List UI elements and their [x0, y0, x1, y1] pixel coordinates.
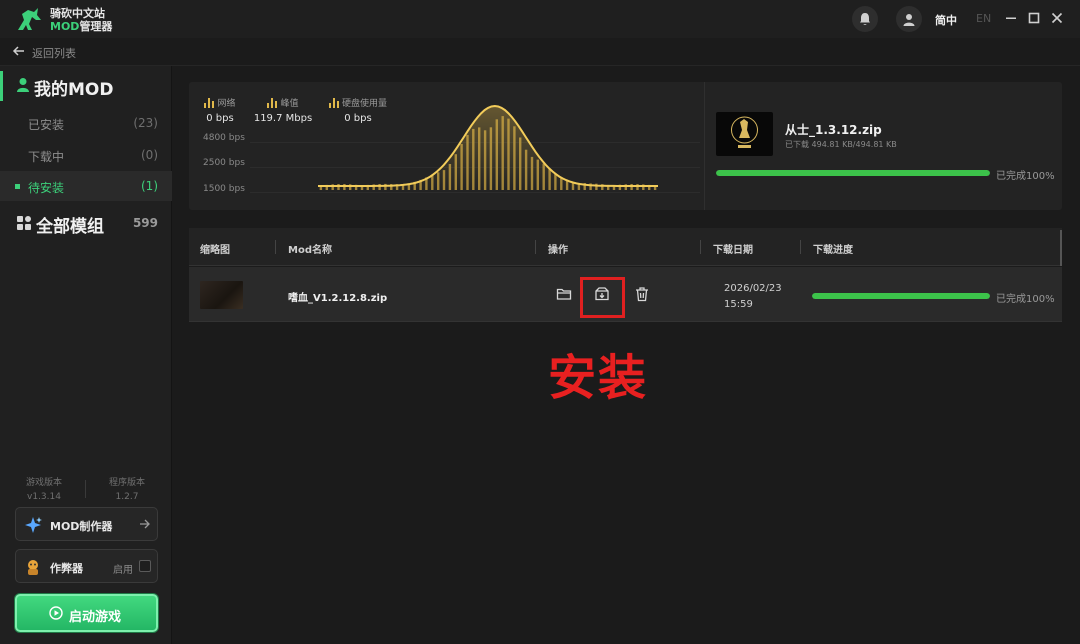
- arrow-left-icon[interactable]: [12, 44, 26, 58]
- back-bar: [0, 38, 1080, 66]
- lang-zh-button[interactable]: 简中: [935, 12, 957, 28]
- sidebar-item-downloading[interactable]: 下载中 (0): [0, 140, 172, 170]
- download-thumbnail: [716, 112, 773, 156]
- active-dot: [15, 184, 20, 189]
- game-version: 游戏版本 v1.3.14: [25, 478, 62, 502]
- back-to-list-link[interactable]: 返回列表: [32, 45, 76, 61]
- annotation-label: 安装: [548, 350, 649, 406]
- launch-game-button[interactable]: 启动游戏: [15, 594, 158, 632]
- column-header-name: Mod名称: [288, 245, 332, 256]
- all-mods-label: 全部模组: [36, 217, 104, 237]
- bar-chart-icon: [267, 97, 278, 108]
- sidebar-item-count: (0): [141, 148, 158, 162]
- row-status: 已完成100%: [996, 294, 1055, 305]
- cheat-enable-checkbox[interactable]: [139, 560, 151, 572]
- bell-icon: [860, 13, 870, 25]
- play-circle-icon: [49, 606, 63, 620]
- y-tick-label: 1500 bps: [203, 184, 245, 194]
- column-separator: [275, 240, 276, 254]
- download-date: 2026/02/23 15:59: [724, 283, 782, 310]
- cheat-enable-label: 启用: [113, 565, 133, 576]
- mod-maker-button[interactable]: MOD制作器: [15, 507, 158, 541]
- cheat-panel: 作弊器 启用: [15, 549, 158, 583]
- column-header-progress: 下载进度: [813, 245, 853, 256]
- user-avatar-button[interactable]: [896, 6, 922, 32]
- column-header-thumbnail: 缩略图: [200, 245, 230, 256]
- table-scrollbar[interactable]: [1060, 230, 1062, 266]
- table-header: 缩略图 Mod名称 操作 下载日期 下载进度: [189, 228, 1062, 266]
- sidebar-item-count: (1): [141, 179, 158, 193]
- maximize-icon[interactable]: [1027, 11, 1041, 25]
- title-bar: 骑砍中文站 MOD管理器 简中 EN: [0, 0, 1080, 38]
- sidebar-item-label: 下载中: [28, 150, 65, 164]
- minimize-icon[interactable]: [1004, 11, 1018, 25]
- lang-en-button[interactable]: EN: [976, 12, 991, 25]
- sidebar-item-label: 待安装: [28, 181, 65, 195]
- user-icon: [903, 13, 915, 26]
- progress-fill: [812, 293, 990, 299]
- sidebar-my-mod[interactable]: 我的MOD: [0, 69, 172, 103]
- column-separator: [800, 240, 801, 254]
- cheat-label: 作弊器: [50, 562, 83, 575]
- arrow-right-icon: [140, 519, 150, 529]
- close-icon[interactable]: [1050, 11, 1064, 25]
- horse-logo-icon: [18, 8, 41, 30]
- user-icon: [17, 78, 29, 92]
- mod-maker-label: MOD制作器: [50, 520, 113, 533]
- mod-thumbnail: [200, 281, 243, 309]
- download-progress-bar: [716, 170, 990, 176]
- mod-logo-icon: [731, 116, 758, 148]
- install-highlight-box: [580, 277, 625, 318]
- sidebar-all-mods[interactable]: 全部模组 599: [0, 208, 172, 238]
- panel-divider: [704, 82, 705, 210]
- column-separator: [535, 240, 536, 254]
- app-name: 骑砍中文站 MOD管理器: [50, 7, 113, 33]
- column-header-date: 下载日期: [713, 245, 753, 256]
- speed-chart: [318, 104, 658, 190]
- row-progress-bar: [812, 293, 990, 299]
- notification-button[interactable]: [852, 6, 878, 32]
- download-status: 已完成100%: [996, 171, 1055, 182]
- my-mod-label: 我的MOD: [34, 80, 114, 100]
- trash-icon[interactable]: [634, 286, 650, 302]
- y-tick-label: 2500 bps: [203, 158, 245, 168]
- grid-icon: [17, 216, 31, 230]
- column-separator: [700, 240, 701, 254]
- column-header-actions: 操作: [548, 245, 568, 256]
- sidebar-item-pending[interactable]: 待安装 (1): [0, 171, 172, 201]
- stat-network: 网络 0 bps: [204, 97, 236, 124]
- download-filename: 从士_1.3.12.zip: [785, 123, 882, 137]
- folder-icon[interactable]: [556, 286, 572, 302]
- mod-name: 嗜血_V1.2.12.8.zip: [288, 293, 388, 304]
- sparkle-icon: [25, 517, 42, 533]
- launch-game-label: 启动游戏: [69, 610, 122, 625]
- version-divider: [85, 480, 86, 498]
- y-tick-label: 4800 bps: [203, 133, 245, 143]
- all-mods-count: 599: [132, 216, 158, 230]
- active-indicator: [0, 71, 3, 101]
- sidebar-item-count: (23): [133, 116, 158, 130]
- bar-chart-icon: [204, 97, 215, 108]
- cheat-icon: [28, 560, 38, 575]
- stat-peak: 峰值 119.7 Mbps: [253, 97, 313, 124]
- progress-fill: [716, 170, 990, 176]
- sidebar-item-label: 已安装: [28, 118, 65, 132]
- download-size: 已下载 494.81 KB/494.81 KB: [785, 140, 897, 149]
- sidebar-item-installed[interactable]: 已安装 (23): [0, 108, 172, 138]
- app-version: 程序版本 1.2.7: [108, 478, 145, 502]
